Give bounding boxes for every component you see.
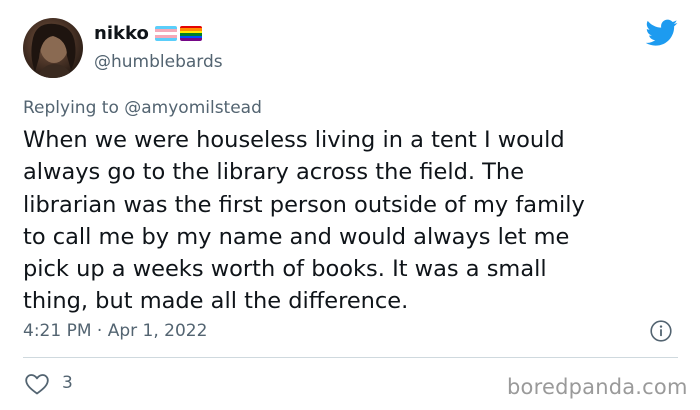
display-name[interactable]: nikko	[94, 21, 149, 47]
watermark: boredpanda.com	[507, 375, 688, 399]
user-handle[interactable]: @humblebards	[94, 49, 223, 75]
twitter-bird-icon	[646, 19, 678, 46]
tweet-text: When we were houseless living in a tent …	[23, 127, 585, 315]
transgender-flag-icon	[155, 26, 177, 41]
divider	[23, 357, 678, 358]
avatar[interactable]	[23, 18, 83, 78]
replying-to-line: Replying to @amyomilstead	[23, 96, 262, 120]
replying-to-label: Replying to	[23, 98, 125, 118]
rainbow-flag-icon	[180, 26, 202, 41]
reply-mention-link[interactable]: @amyomilstead	[124, 98, 262, 118]
tweet-card: nikko @humblebards Replying to @amyomils…	[0, 0, 700, 410]
tweet-timestamp[interactable]: 4:21 PM · Apr 1, 2022	[23, 318, 207, 344]
info-icon[interactable]	[650, 320, 672, 342]
like-count: 3	[62, 373, 73, 393]
heart-icon[interactable]	[24, 372, 50, 396]
